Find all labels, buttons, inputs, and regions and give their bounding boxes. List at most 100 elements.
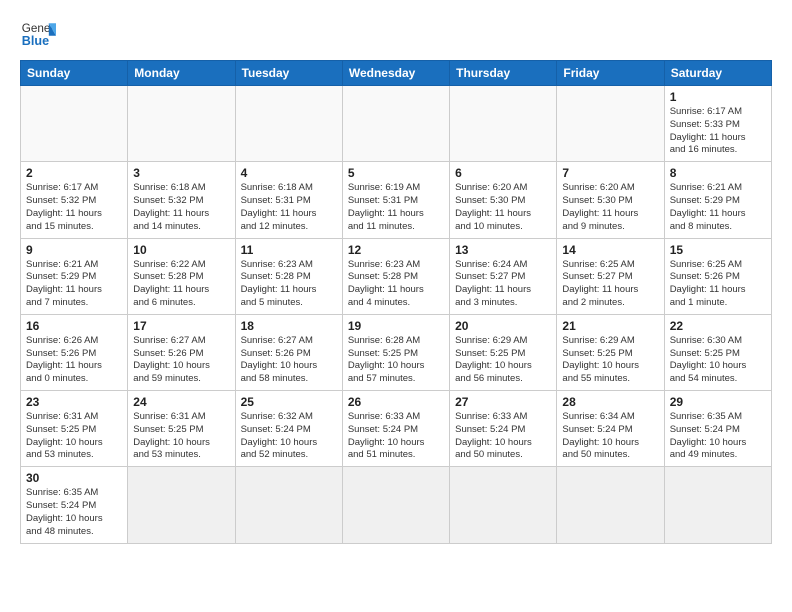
week-row-1: 1 Sunrise: 6:17 AM Sunset: 5:33 PM Daylig… [21, 86, 772, 162]
day-number: 19 [348, 319, 444, 333]
day-number: 13 [455, 243, 551, 257]
calendar-cell: 1 Sunrise: 6:17 AM Sunset: 5:33 PM Daylig… [664, 86, 771, 162]
day-info: Sunrise: 6:32 AM Sunset: 5:24 PM Dayligh… [241, 411, 337, 462]
week-row-4: 16 Sunrise: 6:26 AM Sunset: 5:26 PM Dayli… [21, 314, 772, 390]
calendar-cell: 25 Sunrise: 6:32 AM Sunset: 5:24 PM Dayli… [235, 391, 342, 467]
day-number: 22 [670, 319, 766, 333]
day-number: 25 [241, 395, 337, 409]
day-info: Sunrise: 6:27 AM Sunset: 5:26 PM Dayligh… [241, 335, 337, 386]
weekday-header-row: SundayMondayTuesdayWednesdayThursdayFrid… [21, 61, 772, 86]
day-info: Sunrise: 6:24 AM Sunset: 5:27 PM Dayligh… [455, 259, 551, 310]
calendar-cell [21, 86, 128, 162]
calendar-cell: 21 Sunrise: 6:29 AM Sunset: 5:25 PM Dayli… [557, 314, 664, 390]
day-info: Sunrise: 6:23 AM Sunset: 5:28 PM Dayligh… [348, 259, 444, 310]
calendar-cell [235, 86, 342, 162]
day-number: 6 [455, 166, 551, 180]
day-number: 12 [348, 243, 444, 257]
day-number: 21 [562, 319, 658, 333]
calendar-cell: 15 Sunrise: 6:25 AM Sunset: 5:26 PM Dayli… [664, 238, 771, 314]
calendar-cell: 11Sunrise: 6:23 AM Sunset: 5:28 PM Dayli… [235, 238, 342, 314]
svg-text:Blue: Blue [22, 34, 49, 48]
day-info: Sunrise: 6:25 AM Sunset: 5:26 PM Dayligh… [670, 259, 766, 310]
weekday-header-monday: Monday [128, 61, 235, 86]
day-info: Sunrise: 6:20 AM Sunset: 5:30 PM Dayligh… [455, 182, 551, 233]
calendar-cell: 24Sunrise: 6:31 AM Sunset: 5:25 PM Dayli… [128, 391, 235, 467]
logo-icon: General Blue [20, 16, 56, 52]
day-number: 2 [26, 166, 122, 180]
weekday-header-sunday: Sunday [21, 61, 128, 86]
calendar-cell: 13 Sunrise: 6:24 AM Sunset: 5:27 PM Dayli… [450, 238, 557, 314]
logo: General Blue [20, 16, 56, 52]
calendar-cell: 20Sunrise: 6:29 AM Sunset: 5:25 PM Dayli… [450, 314, 557, 390]
calendar-cell [235, 467, 342, 543]
weekday-header-tuesday: Tuesday [235, 61, 342, 86]
day-info: Sunrise: 6:35 AM Sunset: 5:24 PM Dayligh… [670, 411, 766, 462]
day-number: 18 [241, 319, 337, 333]
day-info: Sunrise: 6:17 AM Sunset: 5:32 PM Dayligh… [26, 182, 122, 233]
day-number: 16 [26, 319, 122, 333]
calendar-cell [557, 86, 664, 162]
day-info: Sunrise: 6:27 AM Sunset: 5:26 PM Dayligh… [133, 335, 229, 386]
day-info: Sunrise: 6:21 AM Sunset: 5:29 PM Dayligh… [26, 259, 122, 310]
day-info: Sunrise: 6:19 AM Sunset: 5:31 PM Dayligh… [348, 182, 444, 233]
day-number: 1 [670, 90, 766, 104]
calendar-cell: 16 Sunrise: 6:26 AM Sunset: 5:26 PM Dayli… [21, 314, 128, 390]
calendar-cell: 27Sunrise: 6:33 AM Sunset: 5:24 PM Dayli… [450, 391, 557, 467]
day-info: Sunrise: 6:35 AM Sunset: 5:24 PM Dayligh… [26, 487, 122, 538]
day-number: 11 [241, 243, 337, 257]
day-number: 24 [133, 395, 229, 409]
calendar-cell: 22 Sunrise: 6:30 AM Sunset: 5:25 PM Dayli… [664, 314, 771, 390]
calendar-cell: 26Sunrise: 6:33 AM Sunset: 5:24 PM Dayli… [342, 391, 449, 467]
calendar-cell [342, 86, 449, 162]
calendar-cell [557, 467, 664, 543]
day-number: 27 [455, 395, 551, 409]
day-info: Sunrise: 6:26 AM Sunset: 5:26 PM Dayligh… [26, 335, 122, 386]
weekday-header-wednesday: Wednesday [342, 61, 449, 86]
day-number: 4 [241, 166, 337, 180]
day-info: Sunrise: 6:21 AM Sunset: 5:29 PM Dayligh… [670, 182, 766, 233]
day-info: Sunrise: 6:28 AM Sunset: 5:25 PM Dayligh… [348, 335, 444, 386]
day-number: 15 [670, 243, 766, 257]
day-number: 8 [670, 166, 766, 180]
day-info: Sunrise: 6:29 AM Sunset: 5:25 PM Dayligh… [455, 335, 551, 386]
day-info: Sunrise: 6:30 AM Sunset: 5:25 PM Dayligh… [670, 335, 766, 386]
calendar-cell: 2 Sunrise: 6:17 AM Sunset: 5:32 PM Daylig… [21, 162, 128, 238]
day-info: Sunrise: 6:18 AM Sunset: 5:31 PM Dayligh… [241, 182, 337, 233]
day-number: 9 [26, 243, 122, 257]
calendar-cell: 29Sunrise: 6:35 AM Sunset: 5:24 PM Dayli… [664, 391, 771, 467]
calendar-cell: 4 Sunrise: 6:18 AM Sunset: 5:31 PM Daylig… [235, 162, 342, 238]
calendar-cell: 12 Sunrise: 6:23 AM Sunset: 5:28 PM Dayli… [342, 238, 449, 314]
calendar-cell: 19 Sunrise: 6:28 AM Sunset: 5:25 PM Dayli… [342, 314, 449, 390]
day-number: 28 [562, 395, 658, 409]
calendar-cell: 6 Sunrise: 6:20 AM Sunset: 5:30 PM Daylig… [450, 162, 557, 238]
week-row-5: 23 Sunrise: 6:31 AM Sunset: 5:25 PM Dayli… [21, 391, 772, 467]
header: General Blue [20, 16, 772, 52]
calendar-cell: 17 Sunrise: 6:27 AM Sunset: 5:26 PM Dayli… [128, 314, 235, 390]
weekday-header-saturday: Saturday [664, 61, 771, 86]
day-number: 23 [26, 395, 122, 409]
weekday-header-thursday: Thursday [450, 61, 557, 86]
calendar-cell: 9 Sunrise: 6:21 AM Sunset: 5:29 PM Daylig… [21, 238, 128, 314]
day-number: 5 [348, 166, 444, 180]
day-info: Sunrise: 6:20 AM Sunset: 5:30 PM Dayligh… [562, 182, 658, 233]
calendar-cell [128, 86, 235, 162]
day-number: 3 [133, 166, 229, 180]
calendar-cell: 5 Sunrise: 6:19 AM Sunset: 5:31 PM Daylig… [342, 162, 449, 238]
day-number: 30 [26, 471, 122, 485]
day-info: Sunrise: 6:17 AM Sunset: 5:33 PM Dayligh… [670, 106, 766, 157]
day-info: Sunrise: 6:29 AM Sunset: 5:25 PM Dayligh… [562, 335, 658, 386]
calendar: SundayMondayTuesdayWednesdayThursdayFrid… [20, 60, 772, 544]
day-info: Sunrise: 6:22 AM Sunset: 5:28 PM Dayligh… [133, 259, 229, 310]
calendar-cell: 3Sunrise: 6:18 AM Sunset: 5:32 PM Daylig… [128, 162, 235, 238]
calendar-cell [664, 467, 771, 543]
day-number: 14 [562, 243, 658, 257]
weekday-header-friday: Friday [557, 61, 664, 86]
calendar-cell: 10Sunrise: 6:22 AM Sunset: 5:28 PM Dayli… [128, 238, 235, 314]
day-info: Sunrise: 6:25 AM Sunset: 5:27 PM Dayligh… [562, 259, 658, 310]
day-info: Sunrise: 6:31 AM Sunset: 5:25 PM Dayligh… [26, 411, 122, 462]
day-info: Sunrise: 6:34 AM Sunset: 5:24 PM Dayligh… [562, 411, 658, 462]
day-number: 17 [133, 319, 229, 333]
week-row-6: 30 Sunrise: 6:35 AM Sunset: 5:24 PM Dayli… [21, 467, 772, 543]
calendar-cell: 8 Sunrise: 6:21 AM Sunset: 5:29 PM Daylig… [664, 162, 771, 238]
calendar-cell: 23 Sunrise: 6:31 AM Sunset: 5:25 PM Dayli… [21, 391, 128, 467]
